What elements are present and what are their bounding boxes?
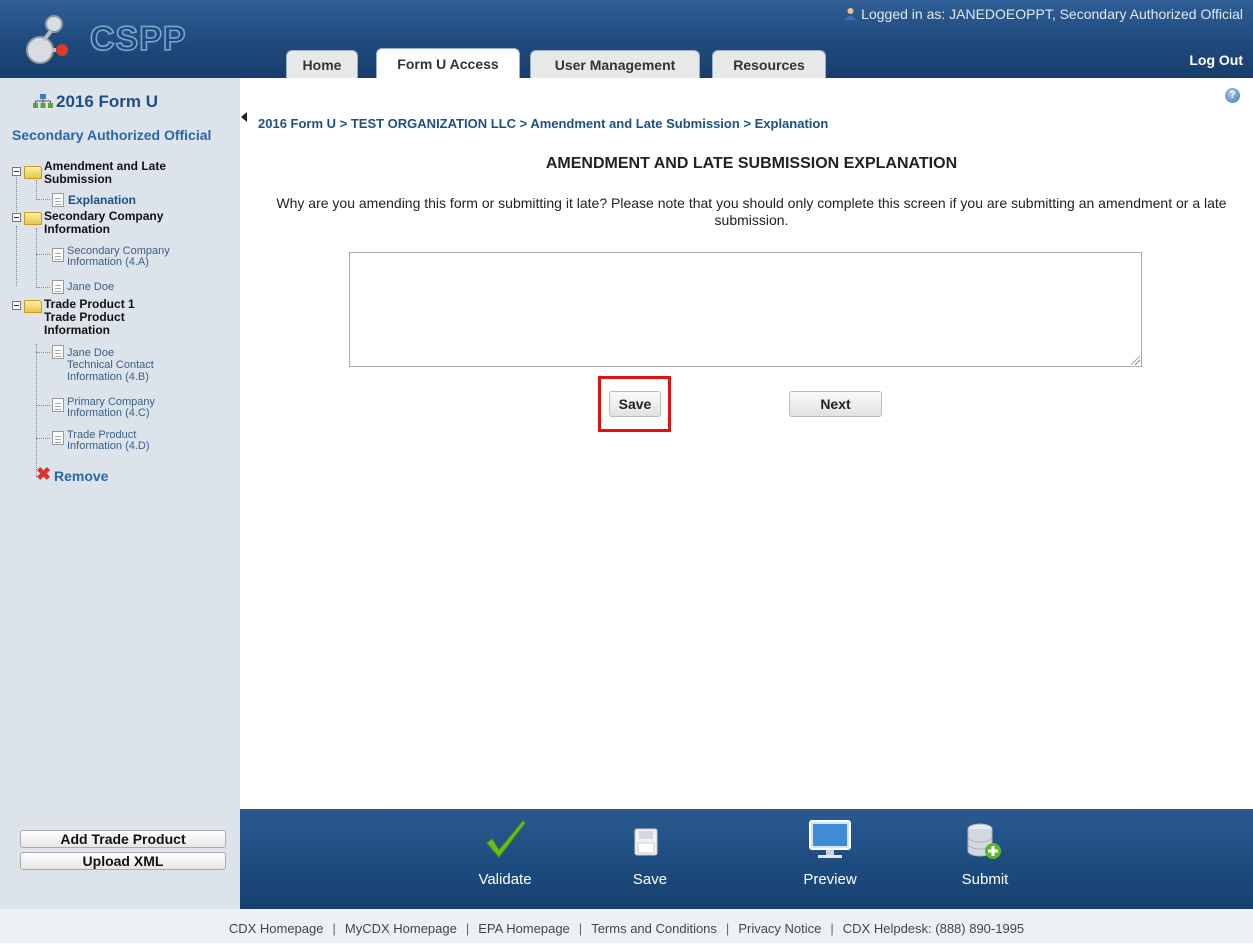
tree-label-line: Submission — [44, 172, 113, 186]
breadcrumb: 2016 Form U > TEST ORGANIZATION LLC > Am… — [258, 116, 829, 131]
page-title: AMENDMENT AND LATE SUBMISSION EXPLANATIO… — [545, 155, 958, 172]
tree-section-amendment[interactable]: Amendment and Late Submission — [44, 160, 166, 186]
tree-line — [36, 228, 37, 288]
tree-line — [36, 199, 50, 200]
login-info: Logged in as: JANEDOEOPPT, Secondary Aut… — [844, 6, 1243, 22]
resize-grip-icon[interactable] — [1131, 356, 1140, 365]
tree-line — [16, 226, 17, 286]
validate-label: Validate — [478, 871, 532, 888]
tree-label-line: Information (4.A) — [67, 256, 149, 268]
footer-separator: | — [465, 921, 470, 936]
folder-icon — [24, 212, 42, 225]
tab-user-management[interactable]: User Management — [530, 50, 700, 78]
checkmark-icon — [486, 820, 526, 858]
help-icon[interactable]: ? — [1225, 88, 1240, 103]
sidebar-title: 2016 Form U — [32, 92, 158, 112]
tree-label-line: Information (4.B) — [67, 371, 149, 383]
tree-item-trade-product-info[interactable]: Trade Product Information (4.D) — [67, 430, 150, 452]
collapse-toggle-icon[interactable] — [12, 213, 21, 222]
footer-separator: | — [830, 921, 834, 936]
logout-link[interactable]: Log Out — [1189, 52, 1243, 68]
tree-line — [36, 287, 50, 288]
explanation-textarea[interactable] — [349, 252, 1142, 367]
action-bar — [240, 809, 1253, 909]
tree-label-line: Information (4.C) — [67, 407, 150, 419]
cspp-logo[interactable]: CSPP — [22, 10, 202, 72]
folder-icon — [24, 300, 42, 313]
org-tree-icon — [33, 94, 53, 108]
sidebar-collapse-strip — [240, 78, 250, 809]
tree-line — [36, 405, 50, 406]
add-trade-product-button[interactable]: Add Trade Product — [20, 830, 226, 848]
document-icon — [52, 248, 64, 262]
tree-line — [36, 180, 37, 200]
user-icon — [845, 8, 857, 20]
collapse-toggle-icon[interactable] — [12, 167, 21, 176]
logo-text: CSPP — [89, 19, 187, 59]
database-add-icon — [967, 823, 1001, 859]
tree-label-line: Technical Contact — [67, 359, 154, 371]
collapse-toggle-icon[interactable] — [12, 301, 21, 310]
tab-home[interactable]: Home — [286, 50, 358, 78]
tree-line — [36, 344, 37, 476]
remove-link[interactable]: Remove — [54, 468, 108, 484]
document-icon — [52, 431, 64, 445]
floppy-disk-icon — [634, 828, 658, 856]
instruction-text: Why are you amending this form or submit… — [276, 195, 1227, 228]
preview-label: Preview — [803, 871, 857, 888]
next-button[interactable]: Next — [789, 391, 882, 417]
tree-item-explanation[interactable]: Explanation — [68, 194, 136, 206]
save-label: Save — [632, 871, 668, 888]
footer-link-privacy[interactable]: Privacy Notice — [738, 921, 821, 936]
tree-line — [36, 352, 50, 353]
tab-resources[interactable]: Resources — [712, 50, 826, 78]
document-icon — [52, 193, 64, 207]
tree-item-primary-company[interactable]: Primary Company Information (4.C) — [67, 397, 155, 419]
folder-icon — [24, 166, 42, 179]
tree-label-line: Information — [44, 222, 110, 236]
tree-section-trade-product-1[interactable]: Trade Product 1 Trade Product Informatio… — [44, 298, 135, 337]
save-button[interactable]: Save — [609, 391, 661, 417]
tree-line — [36, 254, 50, 255]
upload-xml-button[interactable]: Upload XML — [20, 852, 226, 870]
collapse-sidebar-icon[interactable] — [241, 112, 247, 122]
submit-label: Submit — [961, 871, 1009, 888]
footer: CDX Homepage | MyCDX Homepage | EPA Homepage… — [0, 909, 1253, 943]
red-x-icon[interactable]: ✖ — [36, 465, 51, 483]
molecule-logo-icon — [26, 15, 68, 64]
footer-link-helpdesk[interactable]: CDX Helpdesk: (888) 890-1995 — [843, 921, 1024, 936]
tree-item-secondary-company-info[interactable]: Secondary Company Information (4.A) — [67, 246, 170, 268]
tree-label-line: Jane Doe — [67, 347, 115, 359]
tree-item-technical-contact[interactable]: Jane Doe Technical Contact Information (… — [67, 347, 154, 383]
sidebar-title-text: 2016 Form U — [56, 92, 159, 111]
footer-link-epa-homepage[interactable]: EPA Homepage — [478, 921, 570, 936]
footer-separator: | — [725, 921, 730, 936]
tree-item-jane-doe[interactable]: Jane Doe — [67, 281, 114, 293]
tab-form-u-access[interactable]: Form U Access — [376, 48, 520, 78]
tree-label-line: Information — [44, 323, 110, 337]
footer-separator: | — [578, 921, 583, 936]
footer-separator: | — [332, 921, 336, 936]
sidebar-role: Secondary Authorized Official — [12, 127, 212, 143]
footer-link-terms[interactable]: Terms and Conditions — [591, 921, 717, 936]
document-icon — [52, 345, 64, 359]
tree-line — [36, 438, 50, 439]
document-icon — [52, 280, 64, 294]
footer-link-cdx-homepage[interactable]: CDX Homepage — [229, 921, 324, 936]
document-icon — [52, 398, 64, 412]
monitor-icon — [809, 820, 851, 858]
footer-link-mycdx-homepage[interactable]: MyCDX Homepage — [345, 921, 457, 936]
tree-label-line: Information (4.D) — [67, 440, 150, 452]
tree-section-secondary-company[interactable]: Secondary Company Information — [44, 210, 163, 236]
tree-line — [16, 172, 17, 212]
login-info-text: Logged in as: JANEDOEOPPT, Secondary Aut… — [861, 6, 1243, 22]
